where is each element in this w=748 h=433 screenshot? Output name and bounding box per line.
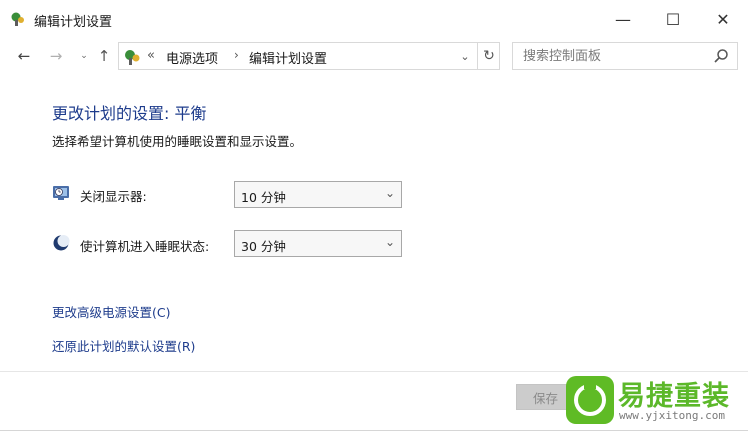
refresh-button[interactable]: ↻ (477, 43, 500, 69)
ring-gap (584, 381, 596, 389)
display-off-label: 关闭显示器: (80, 189, 147, 204)
recent-locations-button[interactable]: ⌄ (74, 46, 94, 66)
watermark-url: www.yjxitong.com (619, 409, 725, 422)
page-title: 更改计划的设置: 平衡 (52, 104, 207, 123)
search-icon[interactable] (713, 48, 729, 64)
restore-defaults-link[interactable]: 还原此计划的默认设置(R) (52, 336, 195, 355)
breadcrumb-edit-plan[interactable]: 编辑计划设置 (249, 48, 327, 67)
up-button[interactable]: ↑ (94, 46, 114, 66)
breadcrumb-separator[interactable]: › (234, 48, 239, 62)
back-button[interactable]: ← (14, 46, 34, 66)
page-subtitle: 选择希望计算机使用的睡眠设置和显示设置。 (52, 134, 303, 149)
search-input[interactable] (513, 43, 708, 69)
bottom-divider (0, 430, 748, 431)
sleep-label: 使计算机进入睡眠状态: (80, 239, 210, 254)
forward-button[interactable]: → (46, 46, 66, 66)
chevron-down-icon: ⌄ (384, 235, 395, 249)
watermark-logo (566, 376, 614, 424)
breadcrumb-overflow[interactable]: « (147, 48, 155, 63)
watermark-text: 易捷重装 (618, 381, 730, 412)
power-options-icon (11, 12, 24, 26)
address-bar[interactable]: « 电源选项 › 编辑计划设置 ⌄ ↻ (118, 42, 500, 70)
sleep-value: 30 分钟 (241, 239, 286, 254)
chevron-down-icon: ⌄ (384, 186, 395, 200)
power-options-icon (125, 50, 140, 65)
minimize-button[interactable]: — (600, 0, 646, 38)
display-off-select[interactable]: 10 分钟 ⌄ (234, 181, 402, 208)
search-box[interactable] (512, 42, 738, 70)
display-timer-icon (53, 186, 69, 200)
window-title: 编辑计划设置 (34, 15, 113, 30)
divider (0, 371, 748, 372)
sleep-select[interactable]: 30 分钟 ⌄ (234, 230, 402, 257)
maximize-button[interactable]: ☐ (650, 0, 696, 38)
sleep-moon-icon (53, 235, 70, 251)
title-bar: 编辑计划设置 — ☐ ✕ (0, 0, 748, 38)
navigation-bar: ← → ⌄ ↑ « 电源选项 › 编辑计划设置 ⌄ ↻ (0, 40, 748, 72)
address-dropdown-button[interactable]: ⌄ (455, 47, 475, 65)
breadcrumb-power-options[interactable]: 电源选项 (166, 48, 218, 67)
display-off-value: 10 分钟 (241, 190, 286, 205)
advanced-power-settings-link[interactable]: 更改高级电源设置(C) (52, 302, 170, 321)
close-button[interactable]: ✕ (700, 0, 746, 38)
